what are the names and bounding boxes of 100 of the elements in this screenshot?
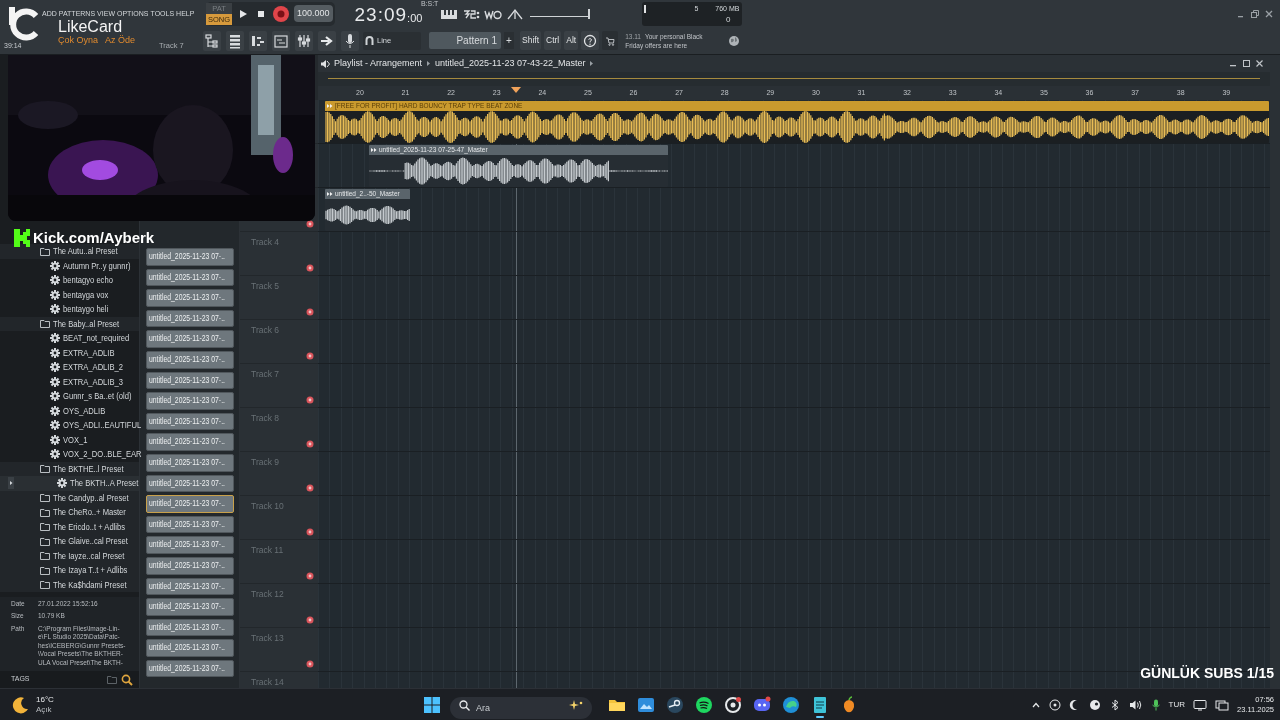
record-arm-icon[interactable] — [306, 440, 314, 448]
clip-item[interactable]: untitled_2025-11-23 07-.. — [146, 309, 234, 328]
clip-item[interactable]: untitled_2025-11-23 07-.. — [146, 412, 234, 431]
browser-item[interactable]: The BKTHE..l Preset — [0, 461, 139, 476]
right-arrow-button[interactable] — [318, 30, 336, 51]
music-app-icon[interactable] — [695, 695, 713, 714]
clip-item[interactable]: untitled_2025-11-23 07-.. — [146, 289, 234, 307]
steam-app-icon[interactable] — [666, 695, 684, 714]
record-arm-icon[interactable] — [306, 484, 314, 492]
record-arm-icon[interactable] — [306, 616, 314, 624]
record-arm-icon[interactable] — [306, 308, 314, 316]
add-pattern-button[interactable]: + — [504, 32, 514, 49]
cart-button[interactable] — [602, 31, 619, 50]
modifier-key-button[interactable]: Shift — [520, 31, 541, 50]
clip-item[interactable]: untitled_2025-11-23 07-.. — [146, 659, 234, 678]
clip-item[interactable]: untitled_2025-11-23 07-.. — [146, 495, 234, 513]
globe-icon[interactable] — [728, 34, 741, 47]
playlist-button[interactable] — [272, 30, 290, 51]
clip-item[interactable]: untitled_2025-11-23 07-.. — [146, 598, 234, 616]
mixer-button[interactable] — [295, 30, 313, 51]
microphone-icon[interactable] — [1150, 698, 1161, 711]
record-arm-icon[interactable] — [306, 660, 314, 668]
browser-app-icon[interactable] — [782, 695, 800, 714]
browser-item[interactable]: Gunnr_s Ba..et (old) — [0, 389, 139, 404]
clip-item[interactable]: untitled_2025-11-23 07-.. — [146, 453, 234, 472]
clip-item[interactable]: untitled_2025-11-23 07-.. — [146, 556, 234, 575]
browser-item[interactable]: The Izaya T..t + Adlibs — [0, 563, 139, 578]
network-icon[interactable] — [1215, 698, 1229, 711]
clip-item[interactable]: untitled_2025-11-23 07-.. — [146, 536, 234, 554]
clip-item[interactable]: untitled_2025-11-23 07-.. — [146, 248, 234, 266]
browser-item[interactable]: The Glaive..cal Preset — [0, 534, 139, 549]
browser-item[interactable]: BEAT_not_required — [0, 331, 139, 346]
record-icon[interactable] — [272, 4, 290, 23]
circle-icon[interactable] — [1048, 698, 1061, 711]
display-icon[interactable] — [1193, 698, 1207, 711]
steam-icon[interactable] — [1088, 698, 1101, 711]
browser-tree-button[interactable] — [203, 30, 221, 51]
photo-app-icon[interactable] — [637, 695, 655, 714]
clip-item[interactable]: untitled_2025-11-23 07-.. — [146, 577, 234, 596]
record-arm-icon[interactable] — [306, 528, 314, 536]
clip-item[interactable]: untitled_2025-11-23 07-.. — [146, 392, 234, 410]
clip-item[interactable]: untitled_2025-11-23 07-.. — [146, 350, 234, 369]
help-button[interactable] — [581, 31, 600, 50]
restore-icon[interactable] — [1250, 8, 1260, 19]
clip-item[interactable]: untitled_2025-11-23 07-.. — [146, 639, 234, 657]
clip-item[interactable]: untitled_2025-11-23 07-.. — [146, 371, 234, 390]
windows-logo-icon[interactable] — [424, 696, 440, 713]
clip-item[interactable]: untitled_2025-11-23 07-.. — [146, 474, 234, 493]
clip-menu-icon — [327, 103, 333, 109]
chat-app-icon[interactable] — [753, 695, 771, 714]
gear-icon — [50, 275, 60, 286]
subs-counter: GÜNLÜK SUBS 1/15 — [1140, 664, 1274, 683]
search-icon[interactable] — [121, 673, 133, 686]
pattern-selector[interactable]: Pattern 1 — [429, 32, 501, 49]
browser-item[interactable]: EXTRA_ADLIB_2 — [0, 360, 139, 375]
browser-item[interactable]: The BKTH..A Preset — [0, 476, 139, 491]
microphone-button[interactable] — [341, 30, 359, 51]
record-arm-icon[interactable] — [306, 352, 314, 360]
track-name: Track 11 — [251, 544, 284, 557]
song-time-ticks: :00 — [407, 10, 423, 26]
browser-item[interactable]: The Baby..al Preset — [0, 316, 139, 331]
close-icon[interactable] — [1264, 8, 1274, 19]
overview-scrollbar[interactable] — [328, 78, 1260, 79]
browser-item[interactable]: OYS_ADLIB — [0, 403, 139, 418]
clip-item[interactable]: untitled_2025-11-23 07-.. — [146, 330, 234, 348]
record-arm-icon[interactable] — [306, 396, 314, 404]
browser-item[interactable]: EXTRA_ADLIB_3 — [0, 374, 139, 389]
browser-item[interactable]: VOX_1 — [0, 432, 139, 447]
clip-item[interactable]: untitled_2025-11-23 07-.. — [146, 515, 234, 534]
browser-item[interactable]: bentaygo heli — [0, 302, 139, 317]
volume-icon[interactable] — [1128, 698, 1143, 711]
browser-item[interactable]: OYS_ADLI..EAUTIFUL — [0, 418, 139, 433]
record-arm-icon[interactable] — [306, 264, 314, 272]
gear-app-icon[interactable] — [724, 695, 742, 714]
notepad-app-icon[interactable] — [811, 695, 829, 714]
slider-thumb[interactable] — [587, 8, 590, 19]
language-indicator[interactable]: TUR — [1168, 698, 1185, 711]
browser-item[interactable]: bentayga vox — [0, 287, 139, 302]
browser-item[interactable]: VOX_2_DO..BLE_EAR — [0, 447, 139, 462]
clip-item[interactable]: untitled_2025-11-23 07-.. — [146, 433, 234, 451]
search-icon — [459, 699, 470, 711]
search-field[interactable]: Ara — [450, 696, 592, 719]
browser-item[interactable]: bentagyo echo — [0, 273, 139, 288]
browser-item[interactable]: Autumn Pr..y gunnr) — [0, 258, 139, 273]
modifier-key-button[interactable]: Alt — [564, 31, 579, 50]
tempo-field[interactable]: 100.000 — [294, 5, 333, 22]
clip-item[interactable]: untitled_2025-11-23 07-.. — [146, 268, 234, 287]
channel-rack-button[interactable] — [226, 30, 244, 51]
breadcrumb-link[interactable]: untitled_2025-11-23 07-43-22_Master — [435, 56, 586, 71]
help-icon — [583, 33, 598, 48]
maximize-icon[interactable] — [1242, 59, 1251, 68]
mixer-icon — [296, 32, 312, 49]
clip-item[interactable]: untitled_2025-11-23 07-.. — [146, 618, 234, 637]
modifier-key-button[interactable]: Ctrl — [544, 31, 562, 50]
close-icon[interactable] — [1255, 59, 1264, 68]
record-arm-icon[interactable] — [306, 572, 314, 580]
record-arm-icon[interactable] — [306, 220, 314, 228]
browser-item[interactable]: EXTRA_ADLIB — [0, 345, 139, 360]
piano-roll-button[interactable] — [249, 30, 267, 51]
browser-item[interactable]: The CheRo..+ Master — [0, 505, 139, 520]
